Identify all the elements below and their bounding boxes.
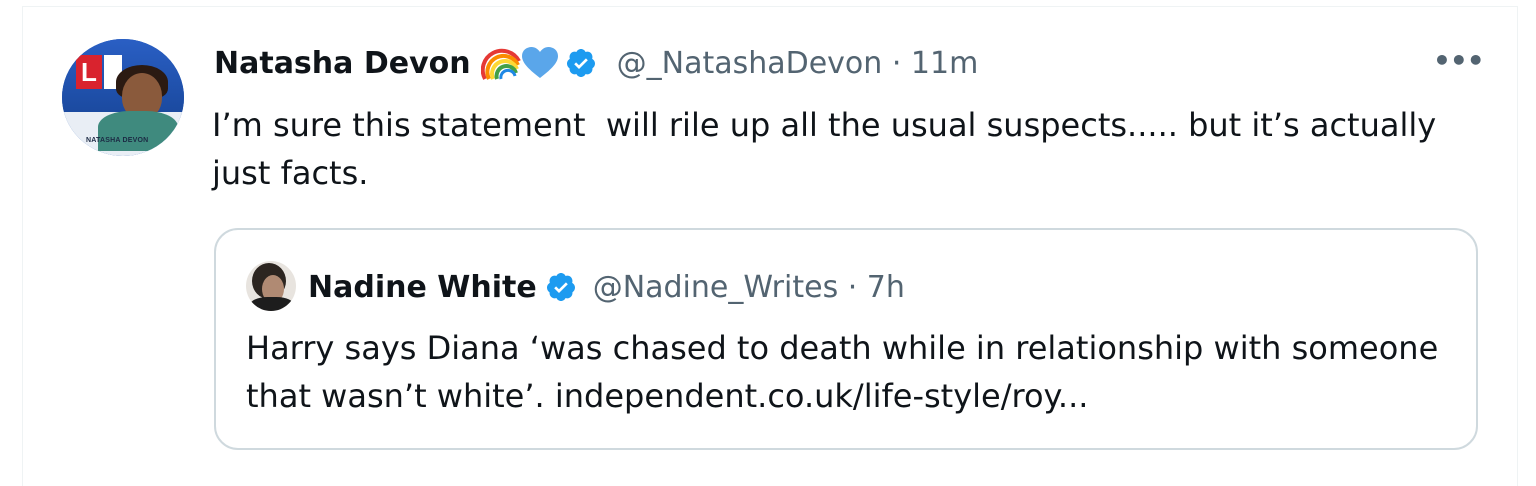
quoted-tweet[interactable]: Nadine White @Nadine_Writes · 7h Harry s… <box>214 228 1478 450</box>
avatar-body <box>98 111 178 151</box>
avatar-logo: L <box>76 55 102 89</box>
quoted-verified-badge-icon <box>546 273 575 301</box>
quoted-author-handle-and-time[interactable]: @Nadine_Writes · 7h <box>593 270 905 305</box>
rainbow-emoji <box>480 48 521 80</box>
quoted-author-avatar[interactable] <box>246 261 296 311</box>
blue-heart-emoji <box>521 47 558 78</box>
avatar-caption: NATASHA DEVON <box>86 137 149 144</box>
tweet-header: Natasha Devon @_NatashaDevon · 11m <box>214 40 978 86</box>
author-avatar[interactable]: L NATASHA DEVON <box>62 39 184 156</box>
quoted-author-display-name[interactable]: Nadine White <box>308 270 537 305</box>
verified-badge-icon <box>566 49 595 77</box>
quoted-tweet-text: Harry says Diana ‘was chased to death wh… <box>246 329 1439 415</box>
author-emoji-group <box>480 45 559 81</box>
author-handle-and-time[interactable]: @_NatashaDevon · 11m <box>617 46 979 81</box>
author-display-name[interactable]: Natasha Devon <box>214 46 471 81</box>
more-options-icon[interactable]: ••• <box>1433 45 1485 77</box>
quoted-avatar-body <box>250 297 294 311</box>
tweet-text: I’m sure this statement will rile up all… <box>212 106 1447 192</box>
quoted-tweet-header: Nadine White @Nadine_Writes · 7h <box>308 264 905 310</box>
